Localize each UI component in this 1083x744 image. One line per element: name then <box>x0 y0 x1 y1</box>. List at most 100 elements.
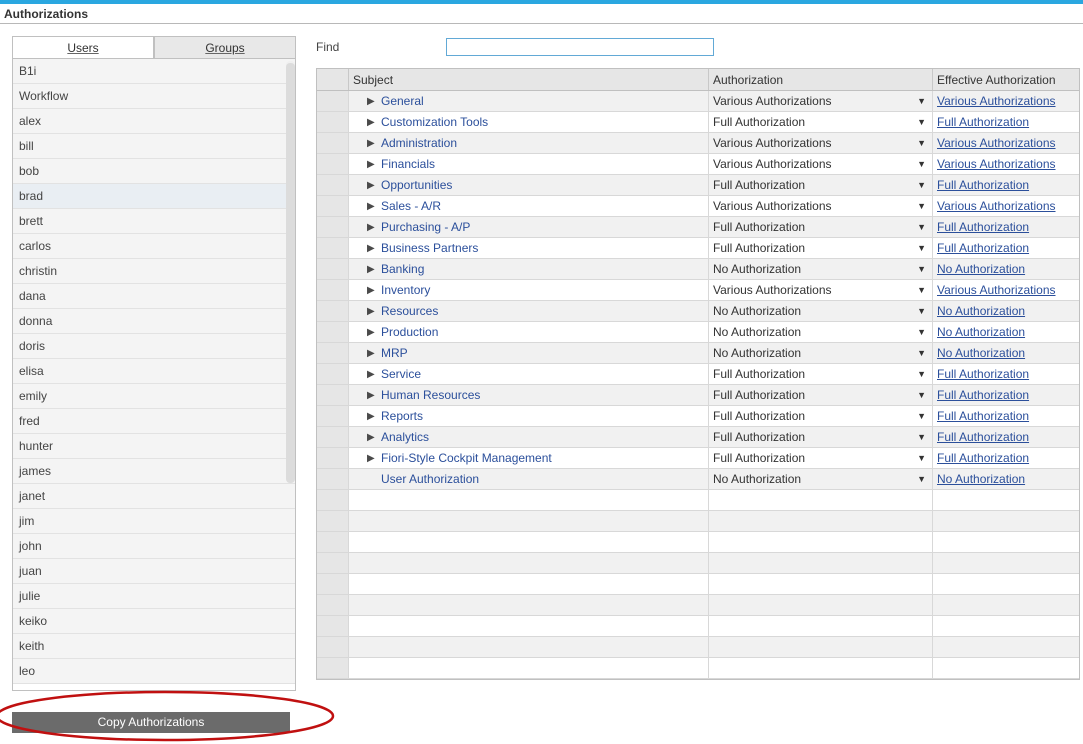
user-item[interactable]: janet <box>13 484 295 509</box>
user-item[interactable]: john <box>13 534 295 559</box>
column-subject[interactable]: Subject <box>349 69 709 90</box>
chevron-down-icon[interactable]: ▼ <box>917 427 932 448</box>
row-handle[interactable] <box>317 238 349 258</box>
subject-cell[interactable]: ▶MRP <box>349 343 709 363</box>
authorization-cell[interactable]: No Authorization▼ <box>709 259 933 279</box>
row-handle[interactable] <box>317 364 349 384</box>
subject-cell[interactable]: User Authorization <box>349 469 709 489</box>
row-handle[interactable] <box>317 259 349 279</box>
subject-cell[interactable]: ▶Purchasing - A/P <box>349 217 709 237</box>
effective-authorization-link[interactable]: No Authorization <box>933 259 1079 279</box>
expand-icon[interactable]: ▶ <box>367 280 375 301</box>
row-handle[interactable] <box>317 469 349 489</box>
authorization-cell[interactable]: Full Authorization▼ <box>709 385 933 405</box>
subject-cell[interactable]: ▶Customization Tools <box>349 112 709 132</box>
column-authorization[interactable]: Authorization <box>709 69 933 90</box>
chevron-down-icon[interactable]: ▼ <box>917 133 932 154</box>
row-handle[interactable] <box>317 427 349 447</box>
user-item[interactable]: alex <box>13 109 295 134</box>
expand-icon[interactable]: ▶ <box>367 427 375 448</box>
expand-icon[interactable]: ▶ <box>367 259 375 280</box>
chevron-down-icon[interactable]: ▼ <box>917 364 932 385</box>
user-item[interactable]: james <box>13 459 295 484</box>
subject-cell[interactable]: ▶Service <box>349 364 709 384</box>
subject-cell[interactable]: ▶Production <box>349 322 709 342</box>
effective-authorization-link[interactable]: Full Authorization <box>933 217 1079 237</box>
effective-authorization-link[interactable]: Full Authorization <box>933 238 1079 258</box>
user-item[interactable]: Workflow <box>13 84 295 109</box>
effective-authorization-link[interactable]: No Authorization <box>933 469 1079 489</box>
chevron-down-icon[interactable]: ▼ <box>917 448 932 469</box>
authorization-cell[interactable]: Full Authorization▼ <box>709 427 933 447</box>
user-item[interactable]: juan <box>13 559 295 584</box>
chevron-down-icon[interactable]: ▼ <box>917 322 932 343</box>
authorization-cell[interactable]: No Authorization▼ <box>709 469 933 489</box>
row-handle[interactable] <box>317 448 349 468</box>
effective-authorization-link[interactable]: No Authorization <box>933 301 1079 321</box>
row-handle[interactable] <box>317 406 349 426</box>
subject-cell[interactable]: ▶Banking <box>349 259 709 279</box>
chevron-down-icon[interactable]: ▼ <box>917 301 932 322</box>
column-effective-authorization[interactable]: Effective Authorization <box>933 69 1079 90</box>
user-item[interactable]: hunter <box>13 434 295 459</box>
row-handle[interactable] <box>317 301 349 321</box>
row-handle[interactable] <box>317 385 349 405</box>
subject-cell[interactable]: ▶Business Partners <box>349 238 709 258</box>
effective-authorization-link[interactable]: Various Authorizations <box>933 133 1079 153</box>
authorization-cell[interactable]: Full Authorization▼ <box>709 217 933 237</box>
authorization-cell[interactable]: No Authorization▼ <box>709 343 933 363</box>
effective-authorization-link[interactable]: Full Authorization <box>933 385 1079 405</box>
subject-cell[interactable]: ▶General <box>349 91 709 111</box>
row-handle[interactable] <box>317 154 349 174</box>
subject-cell[interactable]: ▶Reports <box>349 406 709 426</box>
chevron-down-icon[interactable]: ▼ <box>917 175 932 196</box>
expand-icon[interactable]: ▶ <box>367 196 375 217</box>
row-handle[interactable] <box>317 175 349 195</box>
user-item[interactable]: fred <box>13 409 295 434</box>
authorization-cell[interactable]: Various Authorizations▼ <box>709 154 933 174</box>
authorization-cell[interactable]: Full Authorization▼ <box>709 112 933 132</box>
chevron-down-icon[interactable]: ▼ <box>917 112 932 133</box>
effective-authorization-link[interactable]: Full Authorization <box>933 112 1079 132</box>
user-item[interactable]: julie <box>13 584 295 609</box>
effective-authorization-link[interactable]: No Authorization <box>933 322 1079 342</box>
copy-authorizations-button[interactable]: Copy Authorizations <box>12 712 290 733</box>
user-item[interactable]: dana <box>13 284 295 309</box>
chevron-down-icon[interactable]: ▼ <box>917 469 932 490</box>
subject-cell[interactable]: ▶Analytics <box>349 427 709 447</box>
chevron-down-icon[interactable]: ▼ <box>917 154 932 175</box>
user-item[interactable]: bob <box>13 159 295 184</box>
effective-authorization-link[interactable]: Full Authorization <box>933 175 1079 195</box>
authorization-cell[interactable]: Full Authorization▼ <box>709 238 933 258</box>
expand-icon[interactable]: ▶ <box>367 175 375 196</box>
user-item[interactable]: emily <box>13 384 295 409</box>
user-item[interactable]: jim <box>13 509 295 534</box>
expand-icon[interactable]: ▶ <box>367 343 375 364</box>
chevron-down-icon[interactable]: ▼ <box>917 406 932 427</box>
expand-icon[interactable]: ▶ <box>367 406 375 427</box>
user-item[interactable]: carlos <box>13 234 295 259</box>
subject-cell[interactable]: ▶Inventory <box>349 280 709 300</box>
effective-authorization-link[interactable]: No Authorization <box>933 343 1079 363</box>
expand-icon[interactable]: ▶ <box>367 301 375 322</box>
effective-authorization-link[interactable]: Various Authorizations <box>933 196 1079 216</box>
chevron-down-icon[interactable]: ▼ <box>917 385 932 406</box>
expand-icon[interactable]: ▶ <box>367 364 375 385</box>
user-item[interactable]: doris <box>13 334 295 359</box>
subject-cell[interactable]: ▶Opportunities <box>349 175 709 195</box>
chevron-down-icon[interactable]: ▼ <box>917 217 932 238</box>
chevron-down-icon[interactable]: ▼ <box>917 91 932 112</box>
expand-icon[interactable]: ▶ <box>367 238 375 259</box>
user-item[interactable]: christin <box>13 259 295 284</box>
authorization-cell[interactable]: No Authorization▼ <box>709 301 933 321</box>
chevron-down-icon[interactable]: ▼ <box>917 238 932 259</box>
effective-authorization-link[interactable]: Various Authorizations <box>933 91 1079 111</box>
expand-icon[interactable]: ▶ <box>367 112 375 133</box>
row-handle[interactable] <box>317 133 349 153</box>
subject-cell[interactable]: ▶Fiori-Style Cockpit Management <box>349 448 709 468</box>
row-handle[interactable] <box>317 196 349 216</box>
expand-icon[interactable]: ▶ <box>367 154 375 175</box>
find-input[interactable] <box>446 38 714 56</box>
user-item[interactable]: keith <box>13 634 295 659</box>
authorization-cell[interactable]: Full Authorization▼ <box>709 364 933 384</box>
